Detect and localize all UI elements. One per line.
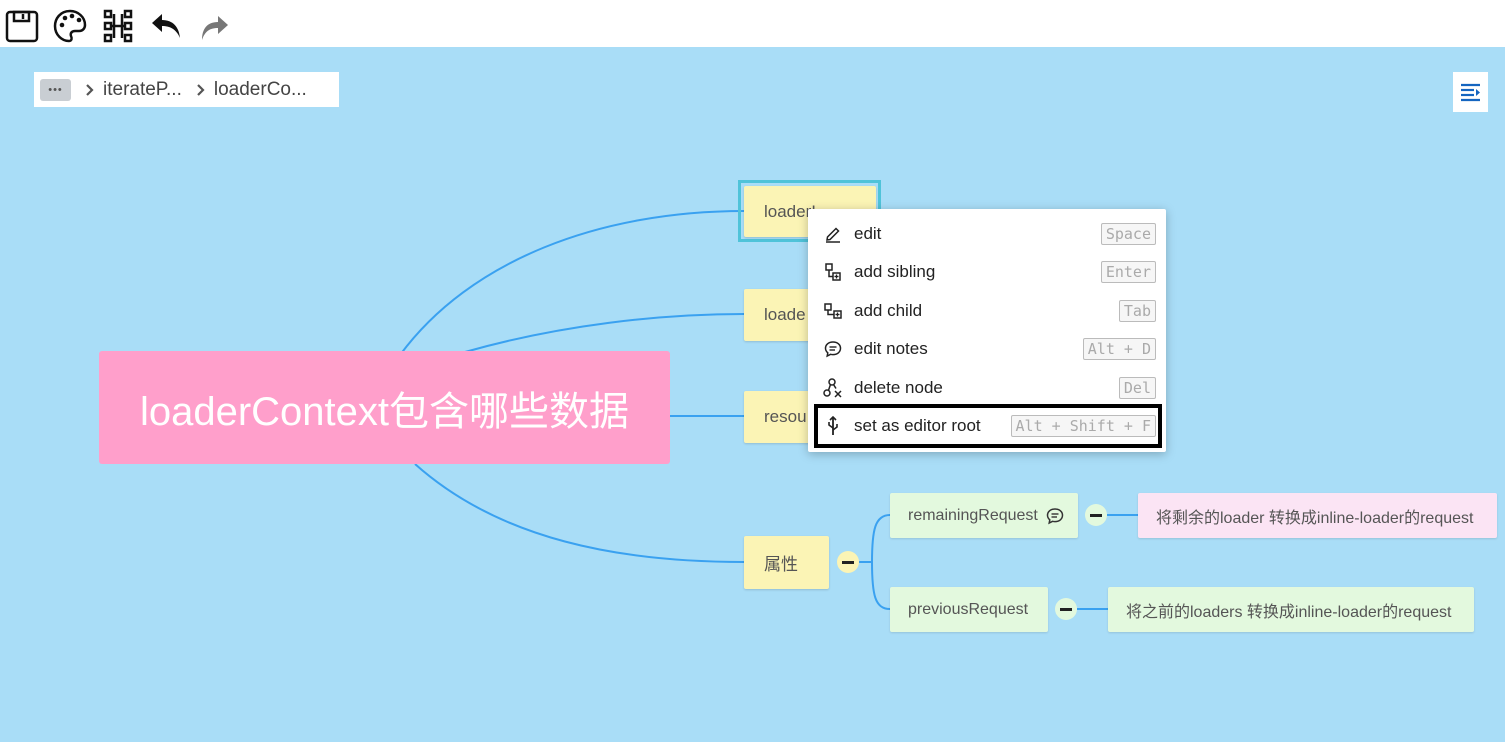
breadcrumb-item[interactable]: loaderCo...: [214, 79, 307, 101]
subtopic-label: remainingRequest: [908, 506, 1038, 524]
note-node[interactable]: 将剩余的loader 转换成inline-loader的request: [1138, 493, 1497, 538]
menu-item-label: edit: [854, 224, 882, 243]
chevron-right-icon: [85, 83, 95, 97]
breadcrumb-item[interactable]: iterateP...: [103, 79, 182, 101]
menu-item-label: edit notes: [854, 339, 928, 358]
note-label: 将之前的loaders 转换成inline-loader的request: [1126, 603, 1452, 621]
collapse-button[interactable]: [837, 551, 859, 573]
shortcut-badge: Space: [1100, 223, 1156, 245]
menu-item-set-editor-root[interactable]: set as editor root Alt + Shift + F: [814, 404, 1162, 448]
add-sibling-icon: [822, 261, 844, 283]
notes-icon: [822, 338, 844, 360]
minus-icon: [1060, 607, 1072, 611]
menu-item-label: set as editor root: [854, 416, 981, 435]
subtopic-label: previousRequest: [908, 600, 1029, 618]
shortcut-badge: Alt + D: [1082, 338, 1156, 360]
menu-item-label: delete node: [854, 378, 943, 397]
shortcut-badge: Enter: [1100, 261, 1156, 283]
minus-icon: [1090, 513, 1102, 517]
shortcut-badge: Alt + Shift + F: [1010, 415, 1156, 437]
notes-icon[interactable]: [1046, 507, 1064, 525]
note-label: 将剩余的loader 转换成inline-loader的request: [1156, 509, 1474, 527]
subtopic-node[interactable]: remainingRequest: [890, 493, 1078, 538]
menu-item-edit-notes[interactable]: edit notes Alt + D: [818, 331, 1158, 367]
context-menu: edit Space add sibling Enter add child T…: [808, 209, 1166, 452]
topic-label: resou: [764, 407, 807, 426]
edit-icon: [822, 223, 844, 245]
more-label: •••: [48, 83, 63, 96]
breadcrumb: ••• iterateP... loaderCo...: [34, 72, 339, 107]
add-child-icon: [822, 300, 844, 322]
delete-node-icon: [822, 377, 844, 399]
outline-icon: [1460, 83, 1480, 102]
topic-label: 属性: [764, 555, 798, 574]
shortcut-badge: Del: [1118, 377, 1156, 399]
topic-node-attributes[interactable]: 属性: [744, 536, 829, 589]
collapse-button[interactable]: [1055, 598, 1077, 620]
menu-item-edit[interactable]: edit Space: [818, 216, 1158, 252]
topic-label: loade: [764, 305, 806, 324]
menu-item-delete-node[interactable]: delete node Del: [818, 370, 1158, 406]
chevron-right-icon: [196, 83, 206, 97]
minus-icon: [842, 560, 854, 564]
set-root-icon: [822, 415, 844, 437]
breadcrumb-more-button[interactable]: •••: [40, 78, 71, 101]
collapse-button[interactable]: [1085, 504, 1107, 526]
menu-item-add-child[interactable]: add child Tab: [818, 293, 1158, 329]
outline-button[interactable]: [1453, 72, 1488, 112]
note-node[interactable]: 将之前的loaders 转换成inline-loader的request: [1108, 587, 1474, 632]
subtopic-node[interactable]: previousRequest: [890, 587, 1048, 632]
menu-item-label: add sibling: [854, 262, 936, 281]
shortcut-badge: Tab: [1118, 300, 1156, 322]
menu-item-add-sibling[interactable]: add sibling Enter: [818, 254, 1158, 290]
root-node[interactable]: loaderContext包含哪些数据: [99, 351, 670, 464]
menu-item-label: add child: [854, 301, 923, 320]
